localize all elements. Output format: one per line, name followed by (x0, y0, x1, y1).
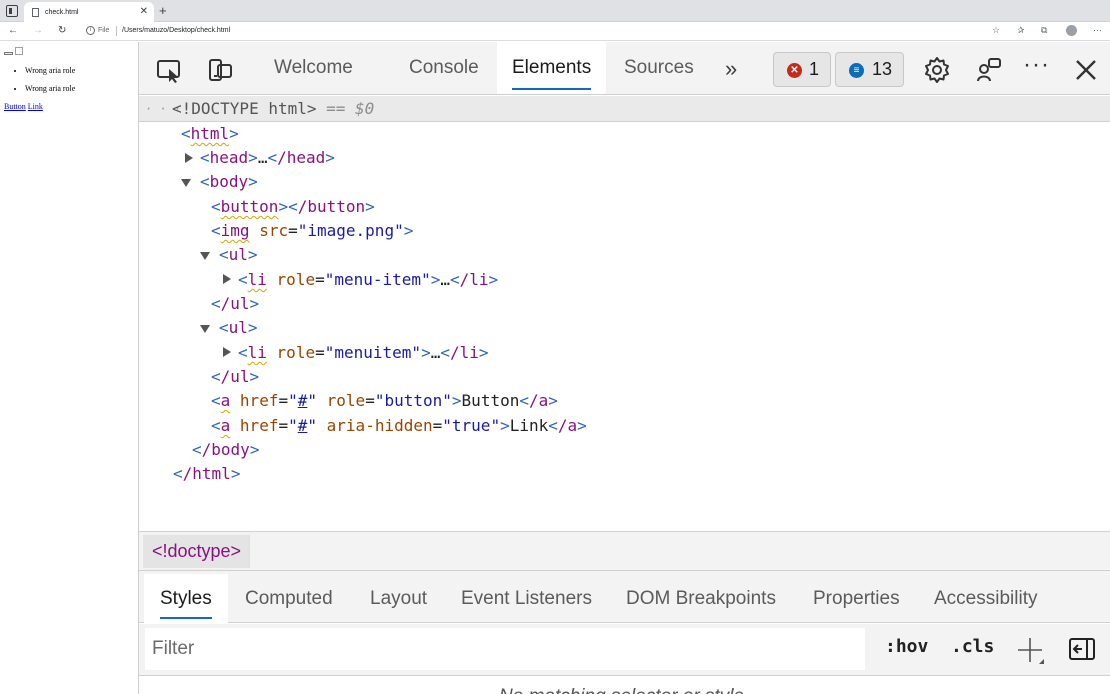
favorites-icon[interactable]: ✰ (1017, 25, 1025, 36)
more-options-icon[interactable]: ··· (1023, 51, 1050, 79)
dom-node-img[interactable]: <img src="image.png"> (211, 219, 413, 243)
site-info-icon[interactable]: i (86, 26, 95, 35)
page-button-link[interactable]: Button (4, 102, 26, 111)
styles-empty-message: No matching selector or style (499, 686, 744, 694)
tab-welcome[interactable]: Welcome (259, 42, 368, 94)
dom-node-li-1[interactable]: <li role="menu-item">…</li> (238, 268, 498, 292)
error-icon: ✕ (787, 63, 802, 78)
issues-icon: ≡ (849, 63, 864, 78)
new-style-rule-plus-icon[interactable] (1015, 635, 1045, 665)
customize-feedback-icon[interactable] (975, 56, 1003, 84)
tab-actions-icon[interactable] (6, 5, 18, 17)
browser-toolbar: ← → ↻ i File /Users/matuzo/Desktop/check… (0, 22, 1110, 41)
doctype-text: <!DOCTYPE html> == $0 (172, 99, 375, 118)
page-empty-button[interactable] (4, 52, 13, 55)
add-favorite-icon[interactable]: ☆ (992, 25, 1000, 36)
dom-node-a-button[interactable]: <a href="#" role="button">Button</a> (211, 389, 558, 413)
toggle-computed-sidebar-icon[interactable] (1069, 638, 1095, 660)
tab-strip: check.html ✕ + (0, 0, 1110, 22)
breadcrumb-doctype[interactable]: <!doctype> (143, 535, 251, 568)
styles-filter-bar: :hov .cls (139, 624, 1110, 676)
list-item: Wrong aria role (25, 66, 75, 75)
dom-node-ul-2-close[interactable]: </ul> (211, 365, 259, 389)
tab-elements[interactable]: Elements (497, 42, 607, 94)
dom-node-ul-1[interactable]: <ul> (219, 243, 258, 267)
page-list-1: Wrong aria role (16, 66, 75, 75)
dom-node-html-close[interactable]: </html> (173, 462, 240, 486)
errors-count: 1 (809, 59, 820, 79)
dom-node-html[interactable]: <html> (181, 122, 239, 146)
dom-node-body-close[interactable]: </body> (192, 438, 259, 462)
page-favicon-icon (32, 8, 39, 17)
collections-icon[interactable]: ⧉ (1041, 25, 1047, 36)
profile-avatar[interactable] (1066, 25, 1077, 36)
settings-gear-icon[interactable] (923, 56, 951, 84)
dom-node-li-2[interactable]: <li role="menuitem">…</li> (238, 341, 489, 365)
address-bar[interactable]: /Users/matuzo/Desktop/check.html (122, 27, 230, 34)
tab-accessibility[interactable]: Accessibility (918, 574, 1053, 623)
page-viewport: Wrong aria role Wrong aria role Button L… (0, 42, 138, 694)
issues-count: 13 (872, 59, 893, 79)
forward-arrow-icon[interactable]: → (33, 25, 43, 36)
collapse-arrow-icon[interactable] (200, 325, 210, 333)
collapse-arrow-icon[interactable] (200, 252, 210, 260)
refresh-icon[interactable]: ↻ (58, 25, 66, 36)
back-arrow-icon[interactable]: ← (8, 25, 18, 36)
dom-node-body[interactable]: <body> (200, 170, 258, 194)
tab-properties[interactable]: Properties (797, 574, 916, 623)
dom-node-ul-2[interactable]: <ul> (219, 316, 258, 340)
browser-tab[interactable]: check.html ✕ (24, 2, 154, 22)
tab-dom-breakpoints[interactable]: DOM Breakpoints (610, 574, 792, 623)
dom-node-head[interactable]: <head>…</head> (200, 146, 335, 170)
device-emulation-icon[interactable] (206, 56, 234, 84)
dom-tree: <html> <head>…</head> <body> <button></b… (139, 122, 1110, 530)
hov-toggle-button[interactable]: :hov (885, 636, 928, 657)
page-broken-image-icon (15, 47, 23, 55)
styles-pane: No matching selector or style (139, 677, 1110, 694)
styles-filter-input[interactable] (145, 628, 865, 670)
dom-node-ul-1-close[interactable]: </ul> (211, 292, 259, 316)
errors-badge[interactable]: ✕ 1 (773, 52, 831, 87)
browser-menu-icon[interactable]: ⋯ (1093, 25, 1102, 36)
close-devtools-icon[interactable] (1072, 56, 1100, 84)
more-tabs-icon[interactable]: » (725, 56, 737, 82)
tab-event-listeners[interactable]: Event Listeners (445, 574, 608, 623)
address-separator (116, 26, 117, 36)
breadcrumb: <!doctype> (139, 531, 1110, 571)
file-label: File (98, 27, 110, 34)
selected-doctype-node[interactable]: · · · <!DOCTYPE html> == $0 (139, 96, 1110, 122)
cls-toggle-button[interactable]: .cls (951, 636, 994, 657)
collapse-arrow-icon[interactable] (181, 179, 191, 187)
tab-sources[interactable]: Sources (609, 42, 709, 94)
tab-layout[interactable]: Layout (354, 574, 443, 623)
list-item: Wrong aria role (25, 84, 75, 93)
tab-console[interactable]: Console (394, 42, 494, 94)
issues-badge[interactable]: ≡ 13 (835, 52, 904, 87)
tab-close-icon[interactable]: ✕ (140, 6, 148, 17)
page-links: Button Link (4, 102, 43, 111)
styles-subtabs: Styles Computed Layout Event Listeners D… (139, 571, 1110, 623)
tab-computed[interactable]: Computed (229, 574, 349, 623)
devtools-toolbar: Welcome Console Elements Sources » ✕ 1 ≡… (139, 42, 1110, 95)
dom-node-a-link[interactable]: <a href="#" aria-hidden="true">Link</a> (211, 414, 587, 438)
expand-arrow-icon[interactable] (185, 153, 193, 163)
tab-title: check.html (45, 9, 79, 16)
inspect-element-icon[interactable] (155, 56, 183, 84)
tab-styles[interactable]: Styles (144, 574, 228, 623)
dom-node-button[interactable]: <button></button> (211, 195, 375, 219)
devtools-panel: Welcome Console Elements Sources » ✕ 1 ≡… (138, 42, 1110, 694)
new-tab-button[interactable]: + (159, 3, 167, 18)
page-link[interactable]: Link (28, 102, 43, 111)
expand-arrow-icon[interactable] (223, 274, 231, 284)
page-list-2: Wrong aria role (16, 84, 75, 93)
expand-arrow-icon[interactable] (223, 347, 231, 357)
